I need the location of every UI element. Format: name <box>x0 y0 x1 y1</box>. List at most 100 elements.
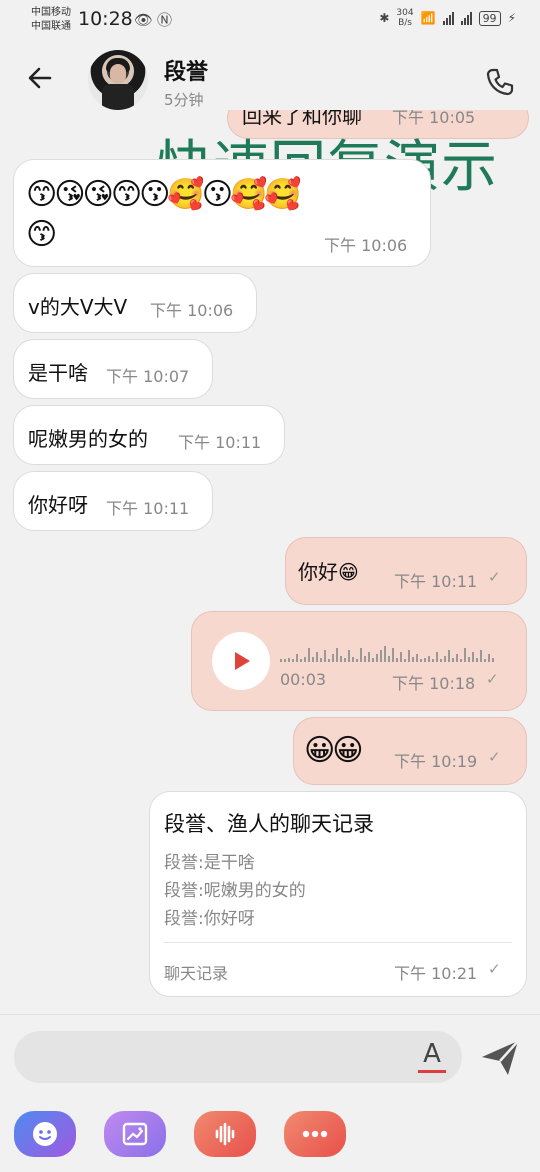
more-button[interactable] <box>284 1111 346 1157</box>
message-time: 下午 10:19 <box>394 752 478 771</box>
avatar[interactable] <box>88 50 148 110</box>
signal-icon-2 <box>460 11 472 25</box>
waveform-bar <box>320 658 322 662</box>
waveform-bar <box>444 656 446 662</box>
status-left-icons: 👁Ⓝ <box>134 9 176 30</box>
waveform-bar <box>452 658 454 662</box>
waveform-bar <box>348 650 350 662</box>
play-button[interactable] <box>212 632 270 690</box>
waveform-bar <box>408 650 410 662</box>
waveform-bar <box>464 648 466 662</box>
waveform-bar <box>340 656 342 662</box>
waveform-bar <box>428 656 430 662</box>
last-seen: 5分钟 <box>164 91 204 109</box>
waveform-bar <box>364 656 366 662</box>
status-bar: 中国移动 中国联通 10:28 👁Ⓝ ✱ 304 B/s 📶 99 ⚡ <box>0 0 540 40</box>
message-time: 下午 10:07 <box>106 367 190 386</box>
waveform-bar <box>488 654 490 662</box>
message-emoji-line2: 😙 <box>26 217 57 252</box>
waveform-bar <box>344 658 346 662</box>
waveform-bar <box>384 646 386 662</box>
message-bubble-incoming[interactable]: 是干啥 下午 10:07 <box>14 340 212 398</box>
voice-duration: 00:03 <box>280 670 327 689</box>
chat-record-card[interactable]: 段誉、渔人的聊天记录 段誉:是干啥 段誉:呢嫩男的女的 段誉:你好呀 聊天记录 … <box>150 792 526 996</box>
waveform-bar <box>288 658 290 662</box>
voice-message-bubble[interactable]: 00:03 下午 10:18 ✓ <box>192 612 526 710</box>
message-bubble-incoming[interactable]: v的大V大V 下午 10:06 <box>14 274 256 332</box>
message-time: 下午 10:11 <box>106 499 190 518</box>
waveform-bar <box>456 654 458 662</box>
waveform-bar <box>292 659 294 662</box>
contact-name: 段誉 <box>164 60 209 85</box>
chat-record-line: 段誉:是干啥 <box>164 853 255 873</box>
message-text: 呢嫩男的女的 <box>28 427 148 451</box>
waveform-bar <box>484 659 486 662</box>
chat-record-title: 段誉、渔人的聊天记录 <box>164 812 374 836</box>
voice-button[interactable] <box>194 1111 256 1157</box>
message-emoji: 😀😀 <box>304 733 364 768</box>
message-text: v的大V大V <box>28 295 128 319</box>
message-list[interactable]: 回来了和你聊 下午 10:05 快速回复演示 😙😘😘😙😗🥰😗🥰🥰 😙 下午 10… <box>0 110 540 1014</box>
waveform-bar <box>352 657 354 662</box>
bluetooth-icon: ✱ <box>379 11 390 25</box>
divider <box>164 942 512 943</box>
more-dots-icon <box>302 1130 328 1138</box>
waveform-bar <box>316 652 318 662</box>
composer: A <box>0 1014 540 1172</box>
message-bubble-outgoing[interactable]: 😀😀 下午 10:19 ✓ <box>294 718 526 784</box>
phone-icon[interactable] <box>484 66 516 98</box>
arrow-left-icon[interactable] <box>26 64 54 92</box>
waveform-bar <box>392 648 394 662</box>
waveform-bar <box>328 659 330 662</box>
waveform-bar <box>448 650 450 662</box>
waveform-bar <box>308 648 310 662</box>
waveform-bar <box>432 659 434 662</box>
read-check-icon: ✓ <box>486 670 499 688</box>
waveform-bar <box>460 659 462 662</box>
message-bubble-incoming[interactable]: 😙😘😘😙😗🥰😗🥰🥰 😙 下午 10:06 <box>14 160 430 266</box>
waveform-bar <box>332 654 334 662</box>
message-time: 下午 10:21 <box>394 964 478 983</box>
waveform-bar <box>336 648 338 662</box>
waveform-bar <box>324 650 326 662</box>
message-text: 你好呀 <box>28 493 88 517</box>
waveform-bar <box>424 658 426 662</box>
carrier-1: 中国移动 <box>31 7 71 18</box>
message-bubble-outgoing[interactable]: 你好😁 下午 10:11 ✓ <box>286 538 526 604</box>
message-bubble-incoming[interactable]: 你好呀 下午 10:11 <box>14 472 212 530</box>
waveform-bar <box>356 659 358 662</box>
waveform-bar <box>472 652 474 662</box>
message-bubble-incoming[interactable]: 呢嫩男的女的 下午 10:11 <box>14 406 284 464</box>
status-right-icons: ✱ 304 B/s 📶 99 ⚡ <box>379 8 516 28</box>
carrier-info: 中国移动 中国联通 <box>31 6 71 34</box>
send-icon[interactable] <box>478 1035 522 1079</box>
font-style-button[interactable]: A <box>418 1039 446 1073</box>
waveform-bar <box>380 650 382 662</box>
waveform-bar <box>388 656 390 662</box>
eye-icon: 👁 <box>134 11 158 29</box>
waveform-bar <box>304 657 306 662</box>
voice-waveform <box>280 638 506 662</box>
waveform-bar <box>436 652 438 662</box>
waveform-bar <box>300 659 302 662</box>
waveform-bar <box>412 657 414 662</box>
status-time: 10:28 <box>78 8 133 30</box>
emoji-button[interactable] <box>14 1111 76 1157</box>
message-time: 下午 10:11 <box>394 572 478 591</box>
nfc-icon: Ⓝ <box>157 11 177 29</box>
message-time: 下午 10:06 <box>150 301 234 320</box>
waveform-bar <box>400 652 402 662</box>
image-button[interactable] <box>104 1111 166 1157</box>
waveform-bar <box>476 658 478 662</box>
message-time: 下午 10:18 <box>392 674 476 693</box>
carrier-2: 中国联通 <box>31 21 71 32</box>
waveform-bar <box>368 652 370 662</box>
waveform-bar <box>296 654 298 662</box>
waveform-bar <box>420 659 422 662</box>
voice-wave-icon <box>215 1122 235 1146</box>
message-emoji: 😙😘😘😙😗🥰😗🥰🥰 <box>26 177 302 212</box>
waveform-bar <box>416 654 418 662</box>
waveform-bar <box>284 659 286 662</box>
message-time: 下午 10:06 <box>324 236 408 255</box>
message-input[interactable] <box>14 1031 462 1083</box>
